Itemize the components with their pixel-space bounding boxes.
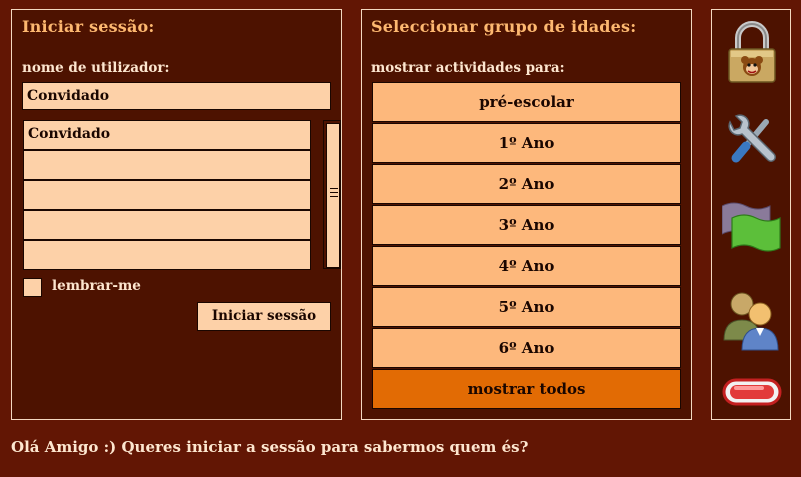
age-button-grade-2[interactable]: 2º Ano — [372, 164, 681, 204]
scrollbar-thumb[interactable] — [326, 123, 340, 268]
username-input[interactable]: Convidado — [22, 82, 331, 110]
users-icon[interactable] — [722, 288, 782, 352]
age-group-subheading: mostrar actividades para: — [371, 60, 565, 76]
age-button-grade-5[interactable]: 5º Ano — [372, 287, 681, 327]
exit-icon[interactable] — [722, 372, 782, 412]
age-button-grade-3[interactable]: 3º Ano — [372, 205, 681, 245]
icon-sidebar — [711, 9, 791, 420]
user-list-item[interactable]: Convidado — [23, 120, 311, 150]
user-list-item[interactable] — [23, 180, 311, 210]
padlock-icon[interactable] — [722, 20, 782, 84]
user-list-item[interactable] — [23, 240, 311, 270]
scrollbar-grip-icon — [330, 188, 338, 199]
age-group-panel: Seleccionar grupo de idades: mostrar act… — [361, 9, 692, 420]
age-button-grade-6[interactable]: 6º Ano — [372, 328, 681, 368]
username-label: nome de utilizador: — [22, 60, 170, 76]
status-message: Olá Amigo :) Queres iniciar a sessão par… — [11, 438, 529, 456]
remember-me-label: lembrar-me — [52, 278, 141, 294]
remember-me-checkbox[interactable] — [23, 278, 42, 297]
login-panel: Iniciar sessão: nome de utilizador: Conv… — [11, 9, 342, 420]
age-button-preschool[interactable]: pré-escolar — [372, 82, 681, 122]
user-list-item[interactable] — [23, 150, 311, 180]
age-group-heading: Seleccionar grupo de idades: — [371, 17, 637, 36]
user-list-item[interactable] — [23, 210, 311, 240]
login-button[interactable]: Iniciar sessão — [197, 302, 331, 331]
age-button-grade-4[interactable]: 4º Ano — [372, 246, 681, 286]
flag-icon[interactable] — [721, 198, 782, 262]
show-all-button[interactable]: mostrar todos — [372, 369, 681, 409]
login-heading: Iniciar sessão: — [22, 17, 155, 36]
age-button-grade-1[interactable]: 1º Ano — [372, 123, 681, 163]
tools-icon[interactable] — [722, 108, 782, 172]
user-list-scrollbar[interactable] — [323, 120, 341, 269]
user-list: Convidado — [23, 120, 341, 270]
